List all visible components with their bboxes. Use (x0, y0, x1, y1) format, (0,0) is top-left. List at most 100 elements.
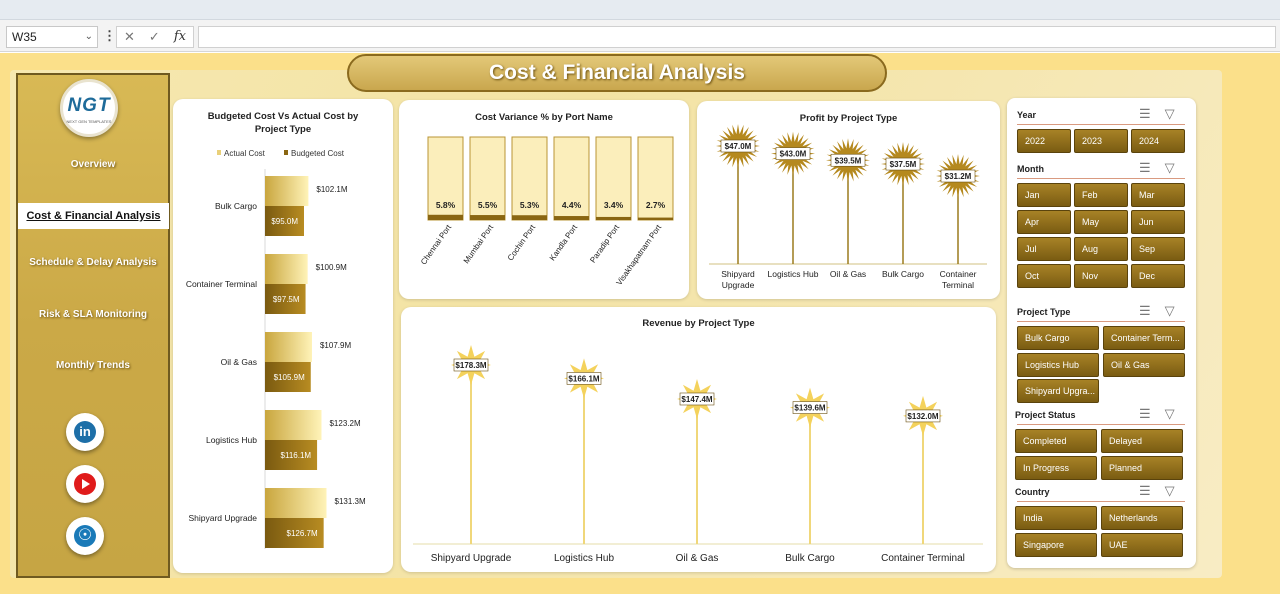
budget-category-2: Oil & Gas (221, 357, 257, 367)
slicer-month-sep[interactable]: Sep (1131, 237, 1185, 261)
slicer-country-netherlands[interactable]: Netherlands (1101, 506, 1183, 530)
variance-category-3: Kandla Port (548, 222, 580, 262)
multi-select-icon[interactable]: ☰ (1139, 160, 1165, 175)
slicer-ptype-shipyard-upgrade[interactable]: Shipyard Upgra... (1017, 379, 1099, 403)
slicer-ptype-bulk-cargo[interactable]: Bulk Cargo (1017, 326, 1099, 350)
slicer-month-icons: ☰▽ (1139, 160, 1189, 176)
website-button[interactable]: ☉ (66, 517, 104, 555)
clear-filter-icon[interactable]: ▽ (1165, 303, 1189, 318)
cancel-icon[interactable]: ✕ (124, 27, 135, 47)
revenue-category-0: Shipyard Upgrade (431, 553, 512, 564)
linkedin-icon: in (74, 421, 96, 443)
check-icon[interactable]: ✓ (149, 27, 160, 47)
slicer-status-planned[interactable]: Planned (1101, 456, 1183, 480)
profit-value-label-1: $43.0M (780, 150, 807, 159)
name-box[interactable]: W35 ⌄ (6, 26, 98, 48)
slicer-month-oct[interactable]: Oct (1017, 264, 1071, 288)
slicer-month-aug[interactable]: Aug (1074, 237, 1128, 261)
nav-monthly-trends[interactable]: Monthly Trends (18, 360, 168, 371)
clear-filter-icon[interactable]: ▽ (1165, 483, 1189, 498)
variance-category-0: Chennai Port (419, 222, 454, 266)
youtube-button[interactable] (66, 465, 104, 503)
slicer-panel: Year ☰▽ 2022 2023 2024 Month ☰▽ Jan Feb Ma… (1007, 98, 1196, 568)
bar-actual-1 (265, 254, 308, 284)
slicer-status-in-progress[interactable]: In Progress (1015, 456, 1097, 480)
slicer-status-completed[interactable]: Completed (1015, 429, 1097, 453)
slicer-month-apr[interactable]: Apr (1017, 210, 1071, 234)
budget-category-1: Container Terminal (186, 279, 257, 289)
slicer-year-icons: ☰▽ (1139, 106, 1189, 122)
slicer-year-2023[interactable]: 2023 (1074, 129, 1128, 153)
logo: NGT NEXT GEN TEMPLATES (60, 79, 118, 137)
slicer-country-uae[interactable]: UAE (1101, 533, 1183, 557)
profit-value-label-4: $31.2M (945, 172, 972, 181)
slicer-month-mar[interactable]: Mar (1131, 183, 1185, 207)
profit-category-0-b: Upgrade (722, 280, 755, 290)
revenue-category-2: Oil & Gas (676, 553, 719, 564)
bar-actual-0 (265, 176, 309, 206)
bar-actual-label-2: $107.9M (320, 341, 351, 350)
bar-budget-label-2: $105.9M (274, 373, 305, 382)
slicer-month-feb[interactable]: Feb (1074, 183, 1128, 207)
youtube-icon (74, 473, 96, 495)
slicer-month-title: Month (1017, 164, 1044, 174)
profit-category-3: Bulk Cargo (882, 269, 924, 279)
variance-value-label-1: 5.5% (478, 200, 498, 210)
nav-cost-financial-analysis[interactable]: Cost & Financial Analysis (18, 203, 169, 229)
slicer-ptype-logistics-hub[interactable]: Logistics Hub (1017, 353, 1099, 377)
clear-filter-icon[interactable]: ▽ (1165, 406, 1189, 421)
bar-actual-label-4: $131.3M (335, 497, 366, 506)
name-box-value: W35 (12, 30, 37, 44)
linkedin-button[interactable]: in (66, 413, 104, 451)
bar-actual-label-1: $100.9M (316, 263, 347, 272)
variance-chart-svg: 5.8% Chennai Port 5.5% Mumbai Port 5.3% Cochi… (419, 136, 674, 287)
more-icon[interactable]: ⋮ (103, 28, 116, 44)
variance-value-label-2: 5.3% (520, 200, 540, 210)
variance-value-label-4: 3.4% (604, 200, 624, 210)
slicer-month-dec[interactable]: Dec (1131, 264, 1185, 288)
variance-category-5: Visakhapatnam Port (615, 222, 664, 287)
formula-controls: ✕ ✓ fx (116, 26, 194, 48)
function-icon[interactable]: fx (174, 27, 186, 47)
revenue-value-label-3: $139.6M (794, 404, 825, 413)
slicer-month-jan[interactable]: Jan (1017, 183, 1071, 207)
nav-overview[interactable]: Overview (18, 159, 168, 170)
slicer-ptype-oil-gas[interactable]: Oil & Gas (1103, 353, 1185, 377)
nav-schedule-delay-analysis[interactable]: Schedule & Delay Analysis (18, 257, 168, 268)
ribbon-edge (0, 0, 1280, 20)
multi-select-icon[interactable]: ☰ (1139, 406, 1165, 421)
clear-filter-icon[interactable]: ▽ (1165, 106, 1189, 121)
formula-input[interactable] (198, 26, 1276, 48)
revenue-category-3: Bulk Cargo (785, 553, 835, 564)
slicer-month-jun[interactable]: Jun (1131, 210, 1185, 234)
slicer-month-jul[interactable]: Jul (1017, 237, 1071, 261)
variance-bar-fill-1 (470, 215, 505, 220)
slicer-month-may[interactable]: May (1074, 210, 1128, 234)
variance-category-1: Mumbai Port (462, 222, 496, 265)
slicer-year-2024[interactable]: 2024 (1131, 129, 1185, 153)
variance-value-label-5: 2.7% (646, 200, 666, 210)
slicer-country-icons: ☰▽ (1139, 483, 1189, 499)
clear-filter-icon[interactable]: ▽ (1165, 160, 1189, 175)
chevron-down-icon[interactable]: ⌄ (85, 27, 93, 47)
slicer-country-india[interactable]: India (1015, 506, 1097, 530)
legend-budget-swatch (284, 150, 288, 155)
multi-select-icon[interactable]: ☰ (1139, 303, 1165, 318)
nav-risk-sla-monitoring[interactable]: Risk & SLA Monitoring (18, 309, 168, 320)
slicer-status-delayed[interactable]: Delayed (1101, 429, 1183, 453)
globe-icon: ☉ (74, 525, 96, 547)
variance-bar-fill-5 (638, 217, 673, 220)
bar-budget-label-0: $95.0M (271, 217, 298, 226)
slicer-month-nov[interactable]: Nov (1074, 264, 1128, 288)
slicer-year-2022[interactable]: 2022 (1017, 129, 1071, 153)
bar-actual-label-0: $102.1M (316, 185, 347, 194)
multi-select-icon[interactable]: ☰ (1139, 106, 1165, 121)
slicer-divider (1017, 178, 1185, 179)
logo-subtext: NEXT GEN TEMPLATES (66, 119, 112, 124)
multi-select-icon[interactable]: ☰ (1139, 483, 1165, 498)
revenue-category-1: Logistics Hub (554, 553, 614, 564)
revenue-value-label-0: $178.3M (455, 361, 486, 370)
profit-category-4-b: Terminal (942, 280, 974, 290)
slicer-country-singapore[interactable]: Singapore (1015, 533, 1097, 557)
slicer-ptype-container-terminal[interactable]: Container Term... (1103, 326, 1185, 350)
